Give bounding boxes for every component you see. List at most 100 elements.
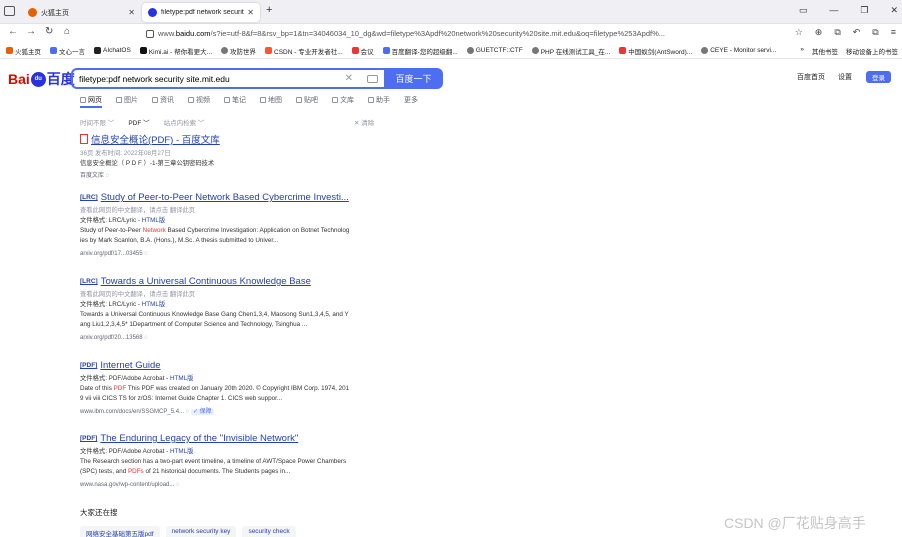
search-box[interactable]: filetype:pdf network security site.mit.e… (71, 68, 384, 89)
translate-hint[interactable]: 查看此网页的中文翻译，请点击 翻译此页 (80, 290, 380, 300)
tab-video[interactable]: 视频 (188, 95, 210, 105)
bookmark-label: CEYE - Monitor servi... (710, 47, 777, 54)
result-title-link[interactable]: [PDF] The Enduring Legacy of the "Invisib… (80, 433, 380, 444)
tab-bar: 火狐主页 ✕ filetype:pdf network security ✕ +… (0, 0, 902, 24)
result-source[interactable]: www.ibm.com/docs/en/SSGMCP_5.4... ◌ ✓ 保障 (80, 407, 380, 417)
tab-map[interactable]: 地图 (260, 95, 282, 105)
result-title: 信息安全概论(PDF) - 百度文库 (91, 135, 220, 146)
url-prefix: www. (158, 29, 176, 38)
related-search-chip[interactable]: network security key (165, 526, 237, 537)
more-bookmarks-icon[interactable]: » (800, 46, 804, 56)
tab-baidu-search[interactable]: filetype:pdf network security ✕ (142, 3, 260, 22)
pdf-icon (80, 134, 88, 144)
html-version-link[interactable]: HTML版 (142, 217, 165, 224)
antsword-icon (619, 47, 627, 54)
tab-overview-icon[interactable]: ▭ (799, 5, 808, 16)
result-title-link[interactable]: [LRC] Towards a Universal Continuous Know… (80, 276, 380, 287)
tab-wenku[interactable]: 文库 (332, 95, 354, 105)
html-version-link[interactable]: HTML版 (142, 301, 165, 308)
url-path: /s?ie=utf-8&f=8&rsv_bp=1&tn=34046034_10_… (210, 29, 665, 38)
bookmarks-right: » 其他书签 移动设备上的书签 (800, 46, 898, 56)
mobile-bookmarks-folder[interactable]: 移动设备上的书签 (846, 46, 898, 56)
firefox-icon (28, 8, 37, 17)
camera-icon[interactable] (367, 74, 378, 83)
tab-list-icon[interactable] (4, 6, 15, 16)
filetype-filter[interactable]: PDF ﹀ (128, 117, 149, 127)
screenshot-icon[interactable]: ⧉ (872, 27, 878, 38)
clear-icon[interactable]: ✕ (345, 73, 353, 84)
result-snippet: (SPC) tests, and PDFs of 21 historical d… (80, 467, 380, 477)
bookmark-item[interactable]: CEYE - Monitor servi... (701, 47, 776, 54)
account-icon[interactable]: ⊕ (815, 27, 823, 38)
html-version-link[interactable]: HTML版 (170, 375, 193, 382)
other-bookmarks-folder[interactable]: 其他书签 (812, 46, 838, 56)
tab-more[interactable]: 更多 (404, 95, 418, 105)
bookmark-item[interactable]: 文心一言 (50, 46, 85, 56)
bookmark-item[interactable]: 火狐主页 (6, 46, 41, 56)
lock-icon[interactable] (146, 29, 154, 38)
search-input[interactable]: filetype:pdf network security site.mit.e… (79, 74, 345, 84)
filetype-badge: [LRC] (80, 278, 98, 285)
translate-hint[interactable]: 查看此网页的中文翻译，请点击 翻译此页 (80, 206, 380, 216)
tab-news[interactable]: 资讯 (152, 95, 174, 105)
related-search-chip[interactable]: 网络安全基础第五版pdf (80, 526, 160, 537)
tab-assistant[interactable]: 助手 (368, 95, 390, 105)
url-bar[interactable]: www. baidu.com/s?ie=utf-8&f=8&rsv_bp=1&tn… (146, 26, 746, 41)
file-format: 文件格式: PDF/Adobe Acrobat - HTML版 (80, 374, 380, 384)
close-tab-icon[interactable]: ✕ (247, 8, 254, 17)
close-window-icon[interactable]: ✕ (890, 5, 898, 16)
bookmarks-bar: 火狐主页 文心一言 AIchatOS Kimi.ai - 帮你看更大... 攻防… (0, 43, 902, 59)
search-icon (80, 97, 86, 103)
bookmark-item[interactable]: GUETCTF::CTF (466, 47, 523, 54)
baidu-logo[interactable]: Bai du 百度 (8, 69, 75, 89)
menu-icon[interactable]: ≡ (891, 27, 896, 38)
reload-icon[interactable]: ↻ (45, 26, 53, 37)
bookmark-item[interactable]: 攻防世界 (221, 46, 256, 56)
bookmark-item[interactable]: AIchatOS (94, 47, 131, 54)
result-title-link[interactable]: [PDF] Internet Guide (80, 360, 380, 371)
new-tab-button[interactable]: + (266, 4, 272, 16)
result-title-link[interactable]: 信息安全概论(PDF) - 百度文库 (80, 132, 380, 146)
result-source[interactable]: arxiv.org/pdf/20...13568 ◌ (80, 333, 380, 343)
file-format: 文件格式: LRC/Lyric - HTML版 (80, 300, 380, 310)
result-source[interactable]: arxiv.org/pdf/17...03455 ◌ (80, 249, 380, 259)
bookmark-item[interactable]: 中国蚁剑(AntSword)... (619, 46, 692, 56)
home-icon[interactable]: ⌂ (64, 26, 70, 37)
settings-link[interactable]: 设置 (838, 72, 852, 82)
result-source[interactable]: www.nasa.gov/wp-content/upload... ◌ (80, 480, 380, 490)
bookmark-item[interactable]: PHP 在线测试工具_在... (531, 46, 610, 56)
baidu-paw-icon: du (30, 71, 46, 87)
bookmark-item[interactable]: 会议 (351, 46, 374, 56)
forward-icon[interactable]: → (26, 26, 36, 37)
bookmark-item[interactable]: Kimi.ai - 帮你看更大... (139, 46, 212, 56)
search-button[interactable]: 百度一下 (384, 68, 443, 89)
tab-title: filetype:pdf network security (161, 9, 245, 16)
baidu-home-link[interactable]: 百度首页 (797, 72, 825, 82)
snippet-highlight: Network (142, 227, 166, 234)
related-search-chip[interactable]: security check (242, 526, 296, 537)
bookmark-item[interactable]: CSDN - 专业开发者社... (265, 46, 343, 56)
format-label: 文件格式: LRC/Lyric - (80, 301, 142, 308)
minimize-icon[interactable]: — (829, 5, 838, 16)
login-button[interactable]: 登录 (866, 71, 891, 83)
extensions-icon[interactable]: ⧉ (834, 27, 840, 38)
bookmark-item[interactable]: 百度翻译-您的超级翻... (382, 46, 458, 56)
tab-images[interactable]: 图片 (116, 95, 138, 105)
result-title-link[interactable]: [LRC] Study of Peer-to-Peer Network Based… (80, 192, 380, 203)
html-version-link[interactable]: HTML版 (170, 448, 193, 455)
tab-notes[interactable]: 笔记 (224, 95, 246, 105)
tab-tieba[interactable]: 贴吧 (296, 95, 318, 105)
site-filter[interactable]: 站点内检索 ﹀ (164, 117, 205, 127)
result-source[interactable]: 百度文库 ◌ (80, 171, 380, 181)
search-result: [LRC] Towards a Universal Continuous Know… (80, 276, 380, 343)
clear-filters-button[interactable]: ✕ 清除 (354, 117, 374, 127)
restore-icon[interactable]: ❐ (860, 5, 868, 16)
tab-web[interactable]: 网页 (80, 95, 102, 105)
time-filter[interactable]: 时间不限 ﹀ (80, 117, 114, 127)
tab-firefox-home[interactable]: 火狐主页 ✕ (22, 3, 141, 22)
close-tab-icon[interactable]: ✕ (128, 8, 135, 17)
history-icon[interactable]: ↶ (853, 27, 861, 38)
bookmark-star-icon[interactable]: ☆ (795, 27, 803, 38)
back-icon[interactable]: ← (8, 26, 18, 37)
file-format: 文件格式: LRC/Lyric - HTML版 (80, 216, 380, 226)
